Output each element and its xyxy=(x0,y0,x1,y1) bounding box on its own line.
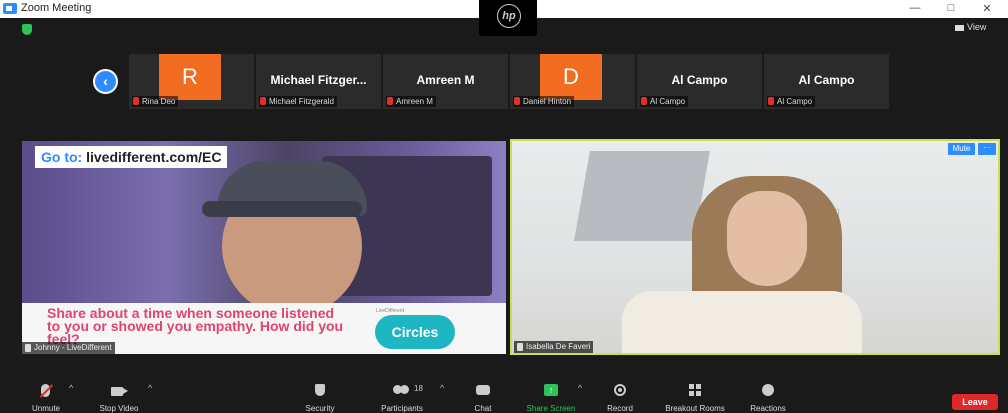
view-label: View xyxy=(967,22,987,32)
mute-participant-button[interactable]: Mute xyxy=(948,143,975,155)
close-button[interactable]: ✕ xyxy=(977,2,997,15)
participant-tile[interactable]: D Daniel Hinton xyxy=(510,54,635,109)
unmute-button[interactable]: Unmute xyxy=(26,381,66,413)
speaker-face xyxy=(727,191,807,286)
pin-icon xyxy=(517,343,523,351)
reactions-button[interactable]: Reactions xyxy=(745,381,791,413)
pin-icon xyxy=(25,344,31,352)
participant-tile[interactable]: Al Campo Al Campo xyxy=(637,54,762,109)
participant-caption: Al Campo xyxy=(767,96,816,107)
participants-count: 18 xyxy=(414,384,423,393)
participants-icon xyxy=(393,385,402,394)
chat-bubble-icon xyxy=(476,385,490,395)
breakout-rooms-grid-icon xyxy=(689,384,701,396)
participant-tile[interactable]: Al Campo Al Campo xyxy=(764,54,889,109)
participant-display-name: Amreen M xyxy=(416,73,475,87)
participants-button[interactable]: 18 Participants xyxy=(374,381,430,413)
goto-url-overlay: Go to: livedifferent.com/EC xyxy=(35,146,228,168)
speaker-cap-brim xyxy=(202,201,362,217)
maximize-button[interactable]: □ xyxy=(941,2,961,14)
participant-tile[interactable]: R Rina Deo xyxy=(129,54,254,109)
laptop-camera-notch: hp xyxy=(479,0,537,36)
audio-options-caret[interactable]: ^ xyxy=(69,383,73,393)
breakout-rooms-button[interactable]: Breakout Rooms xyxy=(657,381,733,413)
share-screen-arrow-icon: ↑ xyxy=(544,384,558,396)
more-options-button[interactable]: ··· xyxy=(978,143,996,155)
participant-tile[interactable]: Michael Fitzger... Michael Fitzgerald xyxy=(256,54,381,109)
minimize-button[interactable]: — xyxy=(905,2,925,14)
window-title: Zoom Meeting xyxy=(21,2,92,14)
smiley-reaction-icon xyxy=(762,384,774,396)
participant-caption: Daniel Hinton xyxy=(513,96,575,107)
participant-caption: Michael Fitzgerald xyxy=(259,96,337,107)
video-pane-isabella[interactable]: Isabella De Faveri xyxy=(510,139,1000,355)
video-options-caret[interactable]: ^ xyxy=(148,383,152,393)
leave-meeting-button[interactable]: Leave xyxy=(952,394,998,410)
avatar: R xyxy=(159,54,221,100)
encryption-shield-icon[interactable] xyxy=(22,24,32,35)
mic-muted-icon xyxy=(133,97,139,105)
mic-muted-icon xyxy=(641,97,647,105)
video-pane-johnny[interactable]: Go to: livedifferent.com/EC Share about … xyxy=(22,141,506,354)
mic-muted-icon xyxy=(387,97,393,105)
participant-caption: Amreen M xyxy=(386,96,436,107)
hp-logo: hp xyxy=(497,4,521,28)
chat-button[interactable]: Chat xyxy=(468,381,498,413)
participant-tile[interactable]: Amreen M Amreen M xyxy=(383,54,508,109)
circles-logo: Circles xyxy=(375,315,455,349)
participant-display-name: Michael Fitzger... xyxy=(270,73,367,87)
participant-caption: Al Campo xyxy=(640,96,689,107)
mic-muted-icon xyxy=(514,97,520,105)
circles-brand-text: LiveDifferent xyxy=(376,308,404,314)
view-icon xyxy=(955,24,964,31)
participant-caption: Rina Deo xyxy=(132,96,179,107)
speaker-shirt xyxy=(622,291,862,353)
mic-muted-icon xyxy=(768,97,774,105)
wall-art xyxy=(574,151,710,241)
video-camera-icon xyxy=(111,387,128,396)
video-name-caption: Isabella De Faveri xyxy=(514,341,594,353)
mic-muted-icon xyxy=(260,97,266,105)
share-options-caret[interactable]: ^ xyxy=(578,383,582,393)
strip-previous-button[interactable]: ‹ xyxy=(93,69,118,94)
stop-video-button[interactable]: Stop Video xyxy=(93,381,145,413)
record-button[interactable]: Record xyxy=(602,381,638,413)
participants-options-caret[interactable]: ^ xyxy=(440,383,444,393)
security-shield-icon xyxy=(315,384,325,396)
banner-prompt-text: Share about a time when someone listened… xyxy=(47,305,344,347)
view-button[interactable]: View xyxy=(955,22,986,32)
share-screen-button[interactable]: ↑ Share Screen xyxy=(522,381,580,413)
avatar: D xyxy=(540,54,602,100)
meeting-toolbar: Unmute ^ Stop Video ^ Security 18 Partic… xyxy=(0,381,1008,413)
video-name-caption: Johnny - LiveDifferent xyxy=(22,342,115,354)
security-button[interactable]: Security xyxy=(300,381,340,413)
zoom-app-icon xyxy=(3,3,17,14)
record-icon xyxy=(614,384,626,396)
participant-display-name: Al Campo xyxy=(798,73,855,87)
participant-display-name: Al Campo xyxy=(671,73,728,87)
